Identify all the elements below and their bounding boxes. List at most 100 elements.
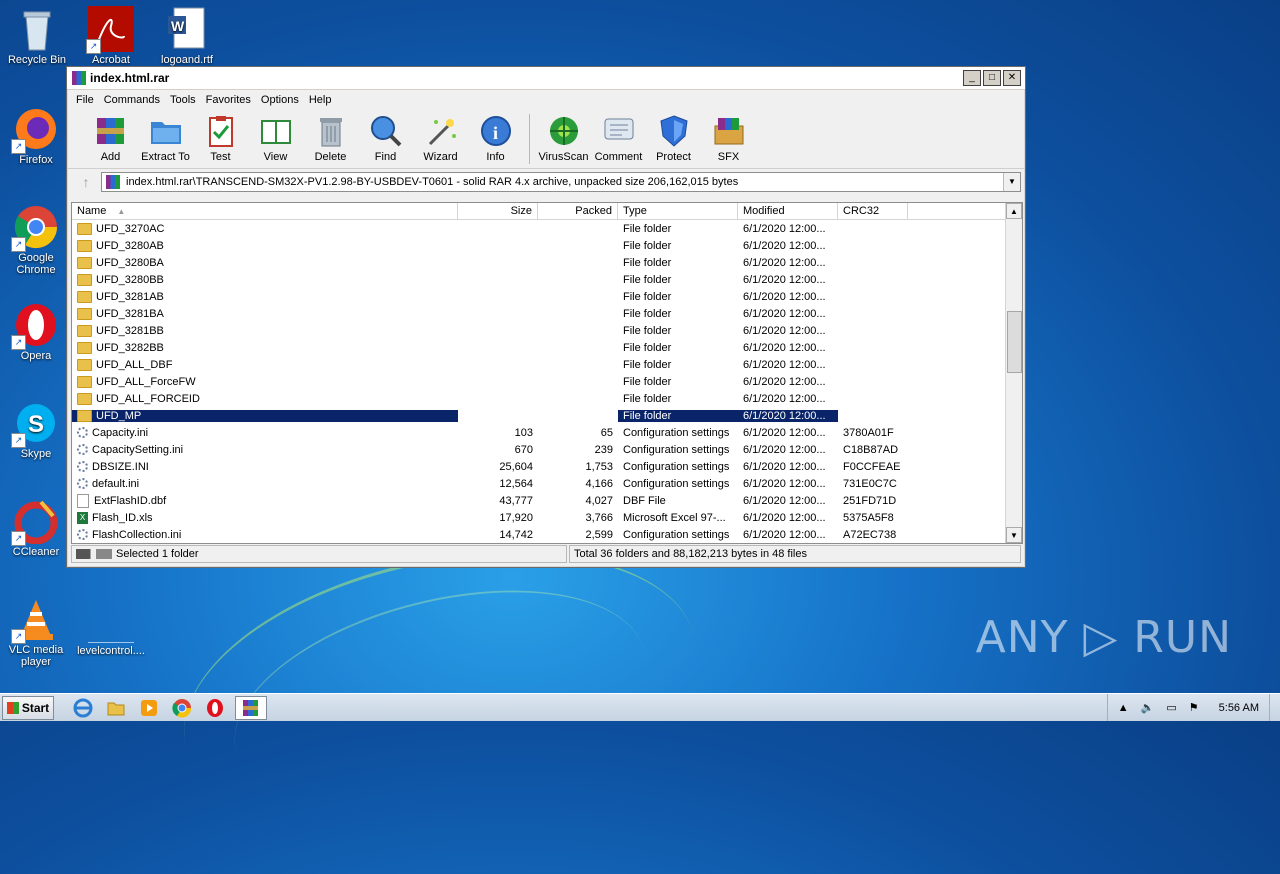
file-row[interactable]: ExtFlashID.dbf 43,777 4,027 DBF File 6/1/202… <box>72 492 1006 509</box>
desktop-icon-acrobat[interactable]: ↗ Acrobat <box>76 6 146 66</box>
shortcut-arrow-icon: ↗ <box>11 237 26 252</box>
file-modified-cell: 6/1/2020 12:00... <box>743 477 826 490</box>
file-row[interactable]: UFD_ALL_ForceFW File folder 6/1/2020 12:00… <box>72 373 1006 390</box>
column-size[interactable]: Size <box>458 203 538 219</box>
clock[interactable]: 5:56 AM <box>1219 702 1259 714</box>
scroll-down-button[interactable]: ▼ <box>1006 527 1022 543</box>
file-row[interactable]: FlashCollection.ini 14,742 2,599 Configurat… <box>72 526 1006 543</box>
media-player-icon[interactable] <box>136 697 162 719</box>
file-row[interactable]: UFD_ALL_FORCEID File folder 6/1/2020 12:00… <box>72 390 1006 407</box>
file-row[interactable]: X Flash_ID.xls 17,920 3,766 Microsoft Excel … <box>72 509 1006 526</box>
folder-icon <box>77 222 92 235</box>
desktop-icon-ccleaner[interactable]: ↗ CCleaner <box>1 498 71 558</box>
file-row[interactable]: CapacitySetting.ini 670 239 Configuration s… <box>72 441 1006 458</box>
column-packed[interactable]: Packed <box>538 203 618 219</box>
file-row[interactable]: UFD_3281BA File folder 6/1/2020 12:00... <box>72 305 1006 322</box>
desktop-icon-skype[interactable]: S ↗ Skype <box>1 400 71 460</box>
file-modified-cell: 6/1/2020 12:00... <box>743 222 826 235</box>
file-crc-cell: 5375A5F8 <box>843 511 894 524</box>
show-hidden-icons-icon[interactable]: ▲ <box>1118 702 1129 714</box>
network-icon[interactable]: ▭ <box>1166 701 1176 714</box>
desktop-icon-chrome[interactable]: ↗ Google Chrome <box>1 204 71 276</box>
file-row[interactable]: default.ini 12,564 4,166 Configuration sett… <box>72 475 1006 492</box>
maximize-button[interactable]: □ <box>983 70 1001 86</box>
file-row[interactable]: Capacity.ini 103 65 Configuration settings 6… <box>72 424 1006 441</box>
file-row[interactable]: UFD_MP File folder 6/1/2020 12:00... <box>72 407 1006 424</box>
file-row[interactable]: UFD_3280BA File folder 6/1/2020 12:00... <box>72 254 1006 271</box>
file-row[interactable]: UFD_3270AC File folder 6/1/2020 12:00... <box>72 220 1006 237</box>
file-modified-cell: 6/1/2020 12:00... <box>743 392 826 405</box>
chevron-down-icon[interactable]: ▼ <box>1003 173 1020 191</box>
file-rows: UFD_3270AC File folder 6/1/2020 12:00... UF… <box>72 220 1006 543</box>
protect-button[interactable]: Protect <box>646 110 701 163</box>
up-folder-button[interactable]: ↑ <box>71 172 101 192</box>
desktop-icon-recycle-bin[interactable]: Recycle Bin <box>2 6 72 66</box>
file-crc-cell: 731E0C7C <box>843 477 897 490</box>
comment-button[interactable]: Comment <box>591 110 646 163</box>
file-type-cell: Configuration settings <box>623 443 730 456</box>
file-name-cell: UFD_3280BB <box>72 273 458 286</box>
file-list: Name ▲ Size Packed Type Modified CRC32 U… <box>71 202 1023 544</box>
desktop-icon-vlc[interactable]: ↗ VLC media player <box>1 596 71 668</box>
scroll-thumb[interactable] <box>1007 311 1022 373</box>
opera-taskbar-icon[interactable] <box>202 697 228 719</box>
file-row[interactable]: UFD_3281BB File folder 6/1/2020 12:00... <box>72 322 1006 339</box>
show-desktop-button[interactable] <box>1269 694 1280 721</box>
anyrun-watermark: ANY ▷ RUN <box>975 612 1232 663</box>
svg-text:i: i <box>493 123 498 143</box>
add-button[interactable]: Add <box>83 110 138 163</box>
close-button[interactable]: ✕ <box>1003 70 1021 86</box>
file-name-cell: X Flash_ID.xls <box>72 511 458 524</box>
desktop-icon-logoand-rtf[interactable]: W logoand.rtf <box>152 6 222 66</box>
column-type[interactable]: Type <box>618 203 738 219</box>
chrome-taskbar-icon[interactable] <box>169 697 195 719</box>
file-row[interactable]: UFD_3280AB File folder 6/1/2020 12:00... <box>72 237 1006 254</box>
desktop-icon-levelcontrol[interactable]: levelcontrol.... <box>76 596 146 657</box>
column-name[interactable]: Name ▲ <box>72 203 458 219</box>
action-center-flag-icon[interactable]: ⚑ <box>1189 701 1199 714</box>
path-field[interactable]: index.html.rar\TRANSCEND-SM32X-PV1.2.98-… <box>101 172 1021 192</box>
file-row[interactable]: DBSIZE.INI 25,604 1,753 Configuration setti… <box>72 458 1006 475</box>
file-row[interactable]: UFD_3281AB File folder 6/1/2020 12:00... <box>72 288 1006 305</box>
view-button[interactable]: View <box>248 110 303 163</box>
file-row[interactable]: UFD_3282BB File folder 6/1/2020 12:00... <box>72 339 1006 356</box>
desktop-icon-firefox[interactable]: ↗ Firefox <box>1 106 71 166</box>
file-row[interactable]: UFD_3280BB File folder 6/1/2020 12:00... <box>72 271 1006 288</box>
sfx-button[interactable]: SFX <box>701 110 756 163</box>
test-button[interactable]: Test <box>193 110 248 163</box>
winrar-taskbar-icon[interactable] <box>235 695 267 720</box>
file-type-cell: Configuration settings <box>623 426 730 439</box>
start-button[interactable]: Start <box>2 695 54 720</box>
file-packed-cell: 4,027 <box>585 494 613 507</box>
menu-tools[interactable]: Tools <box>165 94 201 106</box>
file-type-cell: File folder <box>623 375 672 388</box>
vlc-icon: ↗ <box>11 596 59 644</box>
ie-icon[interactable] <box>70 697 96 719</box>
volume-icon[interactable]: 🔈 <box>1141 701 1155 714</box>
vertical-scrollbar[interactable]: ▲ ▼ <box>1005 203 1022 543</box>
menu-options[interactable]: Options <box>256 94 304 106</box>
file-row[interactable]: UFD_ALL_DBF File folder 6/1/2020 12:00... <box>72 356 1006 373</box>
explorer-icon[interactable] <box>103 697 129 719</box>
status-left: Selected 1 folder <box>71 545 567 563</box>
desktop-icon-opera[interactable]: ↗ Opera <box>1 302 71 362</box>
scroll-up-button[interactable]: ▲ <box>1006 203 1022 219</box>
find-button[interactable]: Find <box>358 110 413 163</box>
wizard-button[interactable]: Wizard <box>413 110 468 163</box>
menu-favorites[interactable]: Favorites <box>201 94 256 106</box>
delete-button[interactable]: Delete <box>303 110 358 163</box>
address-bar: ↑ index.html.rar\TRANSCEND-SM32X-PV1.2.9… <box>67 169 1025 195</box>
menu-help[interactable]: Help <box>304 94 337 106</box>
settings-file-icon <box>77 427 88 438</box>
virusscan-button[interactable]: VirusScan <box>536 110 591 163</box>
menu-file[interactable]: File <box>71 94 99 106</box>
menu-commands[interactable]: Commands <box>99 94 165 106</box>
info-button[interactable]: i Info <box>468 110 523 163</box>
minimize-button[interactable]: _ <box>963 70 981 86</box>
column-modified[interactable]: Modified <box>738 203 838 219</box>
file-modified-cell: 6/1/2020 12:00... <box>743 307 826 320</box>
title-bar[interactable]: index.html.rar _ □ ✕ <box>67 67 1025 90</box>
virusscan-icon <box>547 114 581 148</box>
extract-to-button[interactable]: Extract To <box>138 110 193 163</box>
column-crc32[interactable]: CRC32 <box>838 203 908 219</box>
